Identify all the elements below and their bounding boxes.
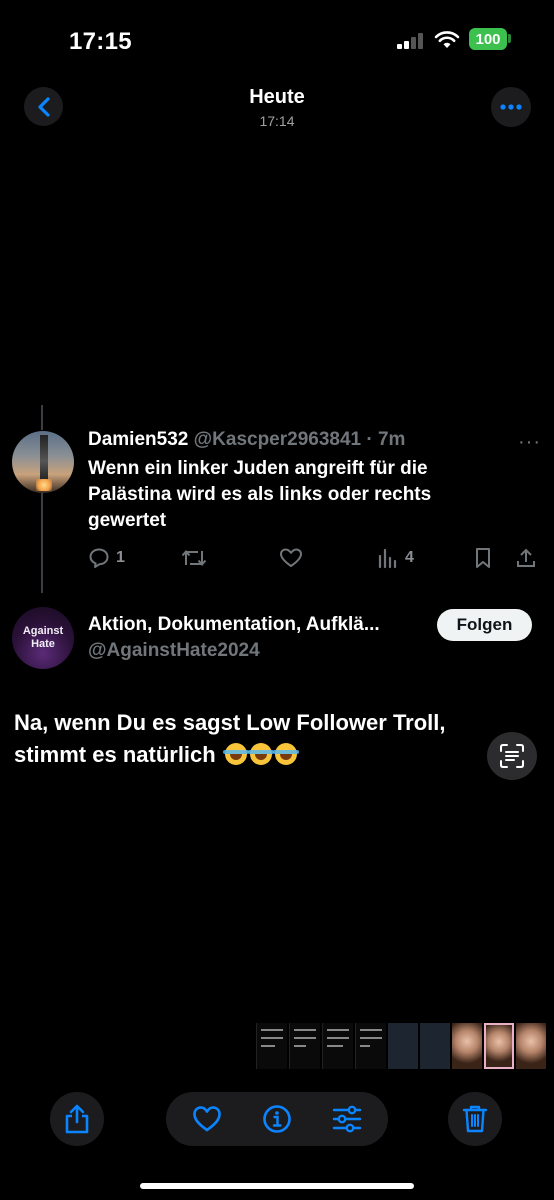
bookmark-icon <box>476 548 490 568</box>
photo-thumbnail-strip[interactable] <box>256 1023 546 1069</box>
thumbnail[interactable] <box>452 1023 482 1069</box>
cellular-signal-icon <box>397 33 425 49</box>
tears-of-joy-emoji-icon <box>272 743 299 765</box>
thread-line <box>41 493 43 593</box>
thread-line-top <box>41 405 43 430</box>
wifi-icon <box>434 31 460 48</box>
reply-author-handle: @AgainstHate2024 <box>88 640 260 661</box>
share-tweet-action <box>515 545 537 571</box>
ellipsis-icon <box>500 104 522 110</box>
trash-icon <box>462 1105 488 1133</box>
reply-text: Na, wenn Du es sagst Low Follower Troll,… <box>14 707 484 771</box>
battery-level: 100 <box>475 30 501 48</box>
thumbnail[interactable] <box>355 1023 386 1069</box>
delete-button[interactable] <box>448 1092 502 1146</box>
thumbnail[interactable] <box>322 1023 353 1069</box>
live-text-icon <box>500 744 524 768</box>
tears-of-joy-emoji-icon <box>222 743 249 765</box>
sliders-icon <box>332 1105 362 1133</box>
photo-time-subtitle: 17:14 <box>259 113 295 129</box>
tweet-author: Damien532 @Kascper2963841 · 7m <box>88 429 405 451</box>
photo-date-title: Heute <box>249 86 305 108</box>
follow-button: Folgen <box>437 609 532 641</box>
avatar-text-line1: Against <box>22 625 64 637</box>
views-action: 4 <box>377 545 414 571</box>
like-action <box>279 545 303 571</box>
tweet-author-name: Damien532 <box>88 429 189 450</box>
share-button[interactable] <box>50 1092 104 1146</box>
status-time: 17:15 <box>69 28 132 55</box>
live-text-button[interactable] <box>487 732 537 780</box>
more-options-button[interactable] <box>491 87 531 127</box>
adjust-button[interactable] <box>320 1092 374 1146</box>
tweet-text: Wenn ein linker Juden angreift für die P… <box>88 458 432 531</box>
favorite-button[interactable] <box>180 1092 234 1146</box>
heart-icon <box>280 548 302 567</box>
view-count: 4 <box>405 549 414 566</box>
share-icon <box>65 1104 89 1134</box>
reply-author-name: Aktion, Dokumentation, Aufklä... <box>88 614 380 635</box>
thumbnail[interactable] <box>484 1023 514 1069</box>
info-icon <box>263 1105 291 1133</box>
battery-indicator: 100 <box>469 28 507 50</box>
reply-count: 1 <box>116 549 125 566</box>
retweet-action <box>180 545 208 571</box>
tweet-more-icon: ··· <box>518 431 541 453</box>
thumbnail[interactable] <box>256 1023 287 1069</box>
info-button[interactable] <box>250 1092 304 1146</box>
tweet-author-avatar <box>12 431 74 493</box>
rocket-flame <box>36 479 52 491</box>
tweet-author-handle: @Kascper2963841 · 7m <box>193 429 406 450</box>
thumbnail[interactable] <box>516 1023 546 1069</box>
heart-icon <box>193 1106 221 1132</box>
bar-chart-icon <box>378 548 397 569</box>
reply-action: 1 <box>88 545 125 571</box>
retweet-icon <box>181 549 207 567</box>
thumbnail[interactable] <box>388 1023 418 1069</box>
battery-tip <box>508 34 511 43</box>
avatar-text-line2: Hate <box>31 638 55 650</box>
home-indicator[interactable] <box>140 1183 414 1189</box>
photo-actions-toolbar <box>166 1092 388 1146</box>
thumbnail[interactable] <box>420 1023 450 1069</box>
tears-of-joy-emoji-icon <box>247 743 274 765</box>
upload-icon <box>517 548 535 567</box>
comment-icon <box>89 548 109 568</box>
bookmark-action <box>473 545 493 571</box>
reply-author-avatar: Against Hate <box>12 607 74 669</box>
thumbnail[interactable] <box>289 1023 320 1069</box>
